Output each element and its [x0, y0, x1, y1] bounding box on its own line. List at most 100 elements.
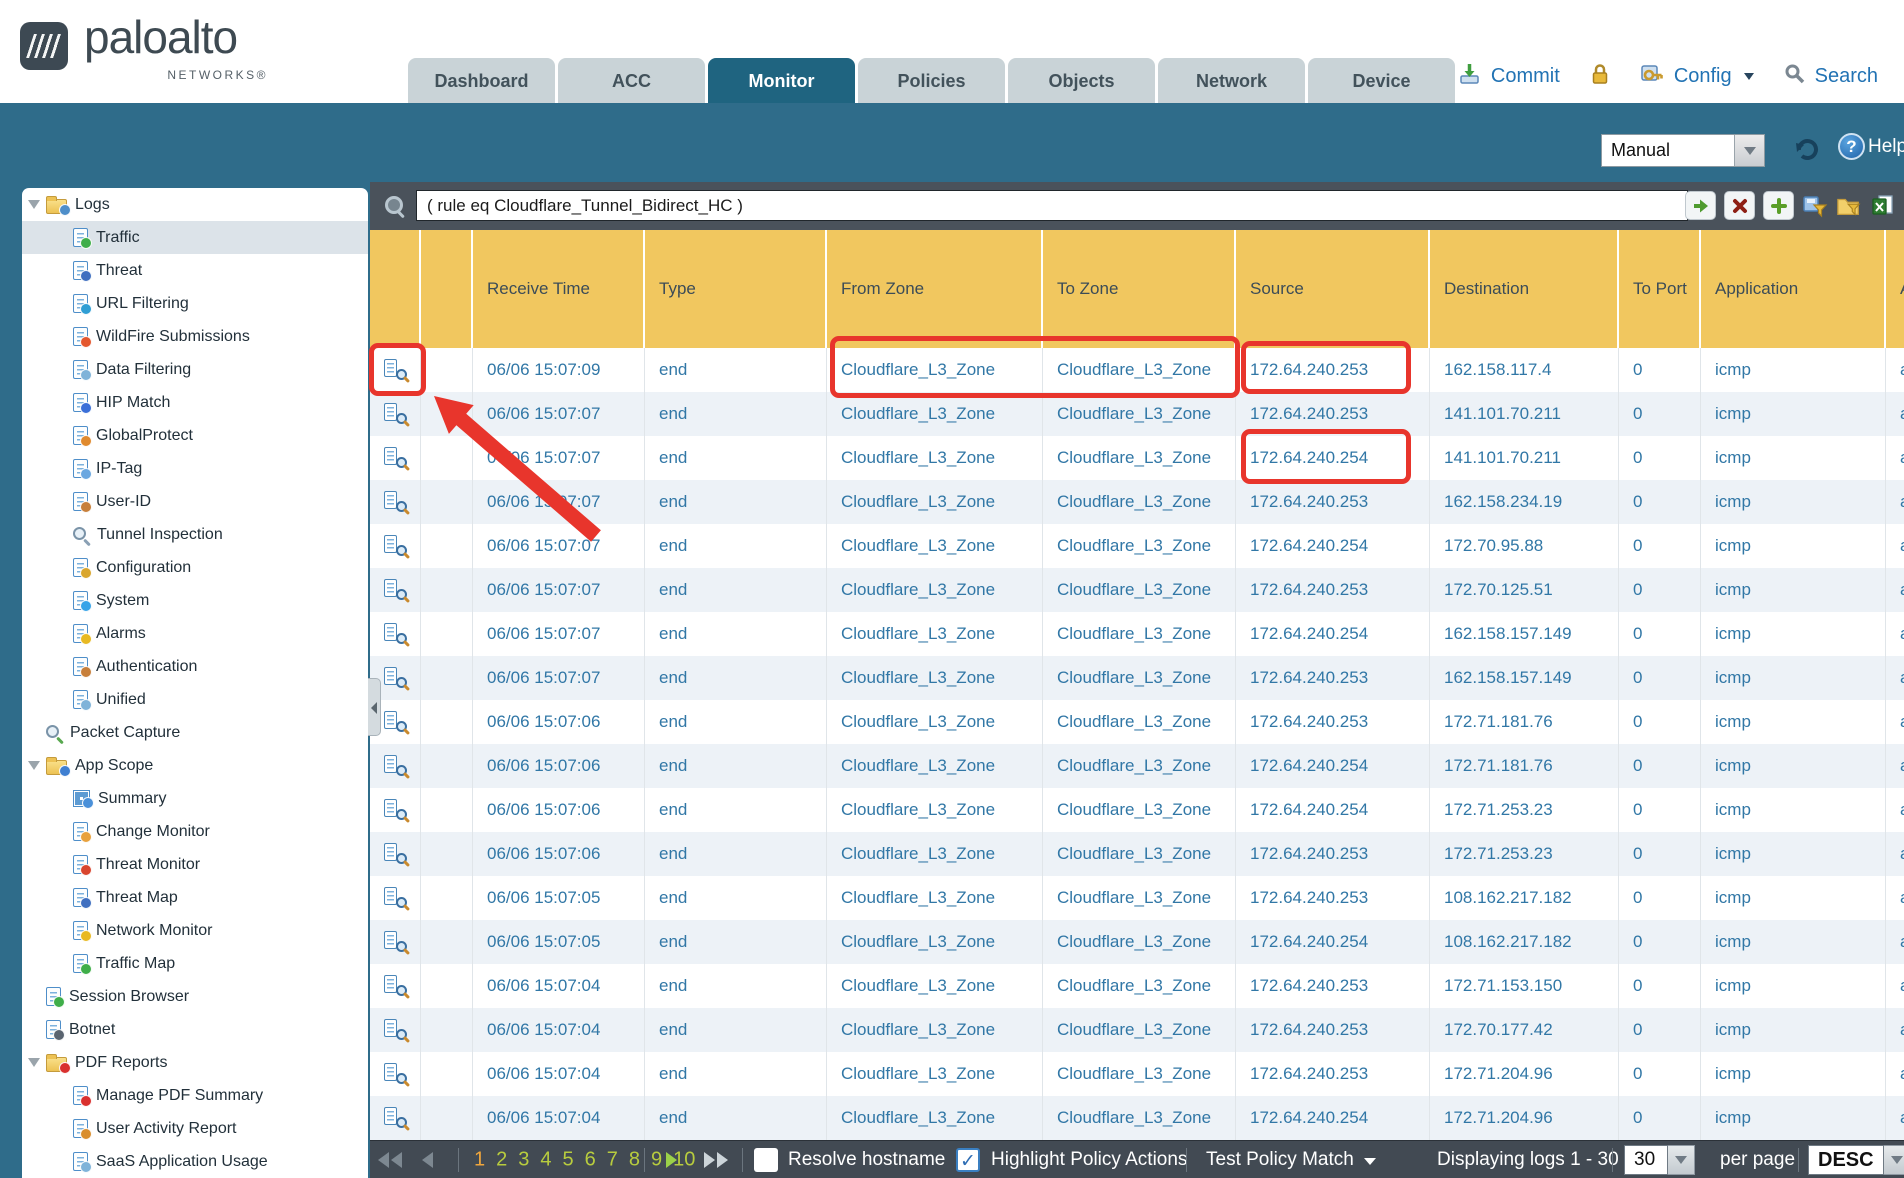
cell-application[interactable]: icmp [1701, 436, 1886, 480]
next-page-button[interactable] [666, 1152, 677, 1168]
cell-to-zone[interactable]: Cloudflare_L3_Zone [1043, 788, 1236, 832]
cell-from-zone[interactable]: Cloudflare_L3_Zone [827, 436, 1043, 480]
sidebar-item-botnet[interactable]: Botnet [22, 1013, 368, 1046]
tab-network[interactable]: Network [1158, 58, 1305, 103]
cell-source[interactable]: 172.64.240.254 [1236, 436, 1430, 480]
log-filter-input[interactable] [416, 190, 1688, 221]
cell-to-zone[interactable]: Cloudflare_L3_Zone [1043, 524, 1236, 568]
cell-source[interactable]: 172.64.240.253 [1236, 656, 1430, 700]
cell-source[interactable]: 172.64.240.253 [1236, 1052, 1430, 1096]
load-filter-icon[interactable] [1836, 193, 1862, 219]
config-caret-icon[interactable] [1744, 73, 1754, 80]
table-row[interactable]: 06/06 15:07:09 end Cloudflare_L3_Zone Cl… [370, 348, 1904, 392]
search-icon[interactable] [1784, 63, 1805, 90]
sidebar-item-packet-capture[interactable]: Packet Capture [22, 716, 368, 749]
cell-destination[interactable]: 172.71.181.76 [1430, 700, 1619, 744]
cell-to-zone[interactable]: Cloudflare_L3_Zone [1043, 920, 1236, 964]
cell-source[interactable]: 172.64.240.254 [1236, 744, 1430, 788]
column-header-receive-time[interactable]: Receive Time [473, 230, 645, 348]
cell-destination[interactable]: 162.158.157.149 [1430, 612, 1619, 656]
last-page-button[interactable] [704, 1152, 728, 1168]
cell-to-zone[interactable]: Cloudflare_L3_Zone [1043, 1096, 1236, 1140]
log-detail-button[interactable] [370, 744, 421, 788]
log-detail-icon[interactable] [383, 578, 407, 602]
cell-source[interactable]: 172.64.240.253 [1236, 568, 1430, 612]
cell-to-zone[interactable]: Cloudflare_L3_Zone [1043, 348, 1236, 392]
page-size-dropdown-button[interactable] [1668, 1145, 1695, 1175]
column-header-from-zone[interactable]: From Zone [827, 230, 1043, 348]
sidebar-item-alarms[interactable]: Alarms [22, 617, 368, 650]
cell-type[interactable]: end [645, 612, 827, 656]
cell-from-zone[interactable]: Cloudflare_L3_Zone [827, 568, 1043, 612]
column-header-to-zone[interactable]: To Zone [1043, 230, 1236, 348]
table-row[interactable]: 06/06 15:07:05 end Cloudflare_L3_Zone Cl… [370, 920, 1904, 964]
sort-order-select[interactable]: DESC [1808, 1145, 1904, 1175]
log-detail-button[interactable] [370, 920, 421, 964]
commit-button[interactable]: Commit [1491, 65, 1560, 88]
log-detail-icon[interactable] [383, 1062, 407, 1086]
apply-filter-button[interactable] [1685, 191, 1716, 220]
log-detail-icon[interactable] [383, 974, 407, 998]
cell-to-zone[interactable]: Cloudflare_L3_Zone [1043, 700, 1236, 744]
cell-application[interactable]: icmp [1701, 568, 1886, 612]
cell-source[interactable]: 172.64.240.253 [1236, 832, 1430, 876]
resolve-hostname-checkbox[interactable] [754, 1148, 778, 1172]
cell-destination[interactable]: 108.162.217.182 [1430, 876, 1619, 920]
sort-order-dropdown-button[interactable] [1884, 1145, 1904, 1175]
log-detail-button[interactable] [370, 1008, 421, 1052]
cell-type[interactable]: end [645, 744, 827, 788]
cell-application[interactable]: icmp [1701, 964, 1886, 1008]
cell-destination[interactable]: 172.71.253.23 [1430, 832, 1619, 876]
sidebar-item-manage-pdf-summary[interactable]: Manage PDF Summary [22, 1079, 368, 1112]
cell-application[interactable]: icmp [1701, 612, 1886, 656]
page-number-2[interactable]: 2 [496, 1148, 507, 1171]
log-detail-icon[interactable] [383, 490, 407, 514]
tab-policies[interactable]: Policies [858, 58, 1005, 103]
cell-type[interactable]: end [645, 832, 827, 876]
sidebar-item-pdf-reports[interactable]: PDF Reports [22, 1046, 368, 1079]
log-detail-icon[interactable] [383, 710, 407, 734]
table-row[interactable]: 06/06 15:07:05 end Cloudflare_L3_Zone Cl… [370, 876, 1904, 920]
help-label[interactable]: Help [1868, 136, 1904, 158]
cell-source[interactable]: 172.64.240.254 [1236, 920, 1430, 964]
cell-destination[interactable]: 172.70.177.42 [1430, 1008, 1619, 1052]
cell-from-zone[interactable]: Cloudflare_L3_Zone [827, 700, 1043, 744]
cell-source[interactable]: 172.64.240.253 [1236, 700, 1430, 744]
table-row[interactable]: 06/06 15:07:07 end Cloudflare_L3_Zone Cl… [370, 656, 1904, 700]
save-filter-icon[interactable] [1802, 193, 1828, 219]
cell-to-zone[interactable]: Cloudflare_L3_Zone [1043, 876, 1236, 920]
cell-source[interactable]: 172.64.240.253 [1236, 1008, 1430, 1052]
cell-type[interactable]: end [645, 1096, 827, 1140]
cell-to-zone[interactable]: Cloudflare_L3_Zone [1043, 612, 1236, 656]
cell-application[interactable]: icmp [1701, 832, 1886, 876]
log-detail-icon[interactable] [383, 446, 407, 470]
cell-type[interactable]: end [645, 568, 827, 612]
cell-from-zone[interactable]: Cloudflare_L3_Zone [827, 964, 1043, 1008]
cell-destination[interactable]: 162.158.117.4 [1430, 348, 1619, 392]
log-detail-icon[interactable] [383, 622, 407, 646]
sidebar-item-session-browser[interactable]: Session Browser [22, 980, 368, 1013]
page-number-8[interactable]: 8 [629, 1148, 640, 1171]
page-number-4[interactable]: 4 [540, 1148, 551, 1171]
tab-acc[interactable]: ACC [558, 58, 705, 103]
table-row[interactable]: 06/06 15:07:07 end Cloudflare_L3_Zone Cl… [370, 436, 1904, 480]
cell-from-zone[interactable]: Cloudflare_L3_Zone [827, 612, 1043, 656]
add-filter-button[interactable] [1763, 191, 1794, 220]
cell-application[interactable]: icmp [1701, 1052, 1886, 1096]
cell-to-zone[interactable]: Cloudflare_L3_Zone [1043, 964, 1236, 1008]
cell-source[interactable]: 172.64.240.254 [1236, 1096, 1430, 1140]
cell-to-zone[interactable]: Cloudflare_L3_Zone [1043, 392, 1236, 436]
cell-application[interactable]: icmp [1701, 700, 1886, 744]
column-header-destination[interactable]: Destination [1430, 230, 1619, 348]
sidebar-item-user-id[interactable]: User-ID [22, 485, 368, 518]
cell-to-zone[interactable]: Cloudflare_L3_Zone [1043, 1008, 1236, 1052]
table-row[interactable]: 06/06 15:07:04 end Cloudflare_L3_Zone Cl… [370, 964, 1904, 1008]
refresh-icon[interactable] [1792, 133, 1822, 168]
test-policy-match-button[interactable]: Test Policy Match [1206, 1149, 1376, 1171]
help-icon[interactable]: ? [1838, 133, 1865, 160]
log-detail-icon[interactable] [383, 1106, 407, 1130]
cell-from-zone[interactable]: Cloudflare_L3_Zone [827, 832, 1043, 876]
cell-destination[interactable]: 172.70.95.88 [1430, 524, 1619, 568]
cell-source[interactable]: 172.64.240.253 [1236, 964, 1430, 1008]
page-number-3[interactable]: 3 [518, 1148, 529, 1171]
